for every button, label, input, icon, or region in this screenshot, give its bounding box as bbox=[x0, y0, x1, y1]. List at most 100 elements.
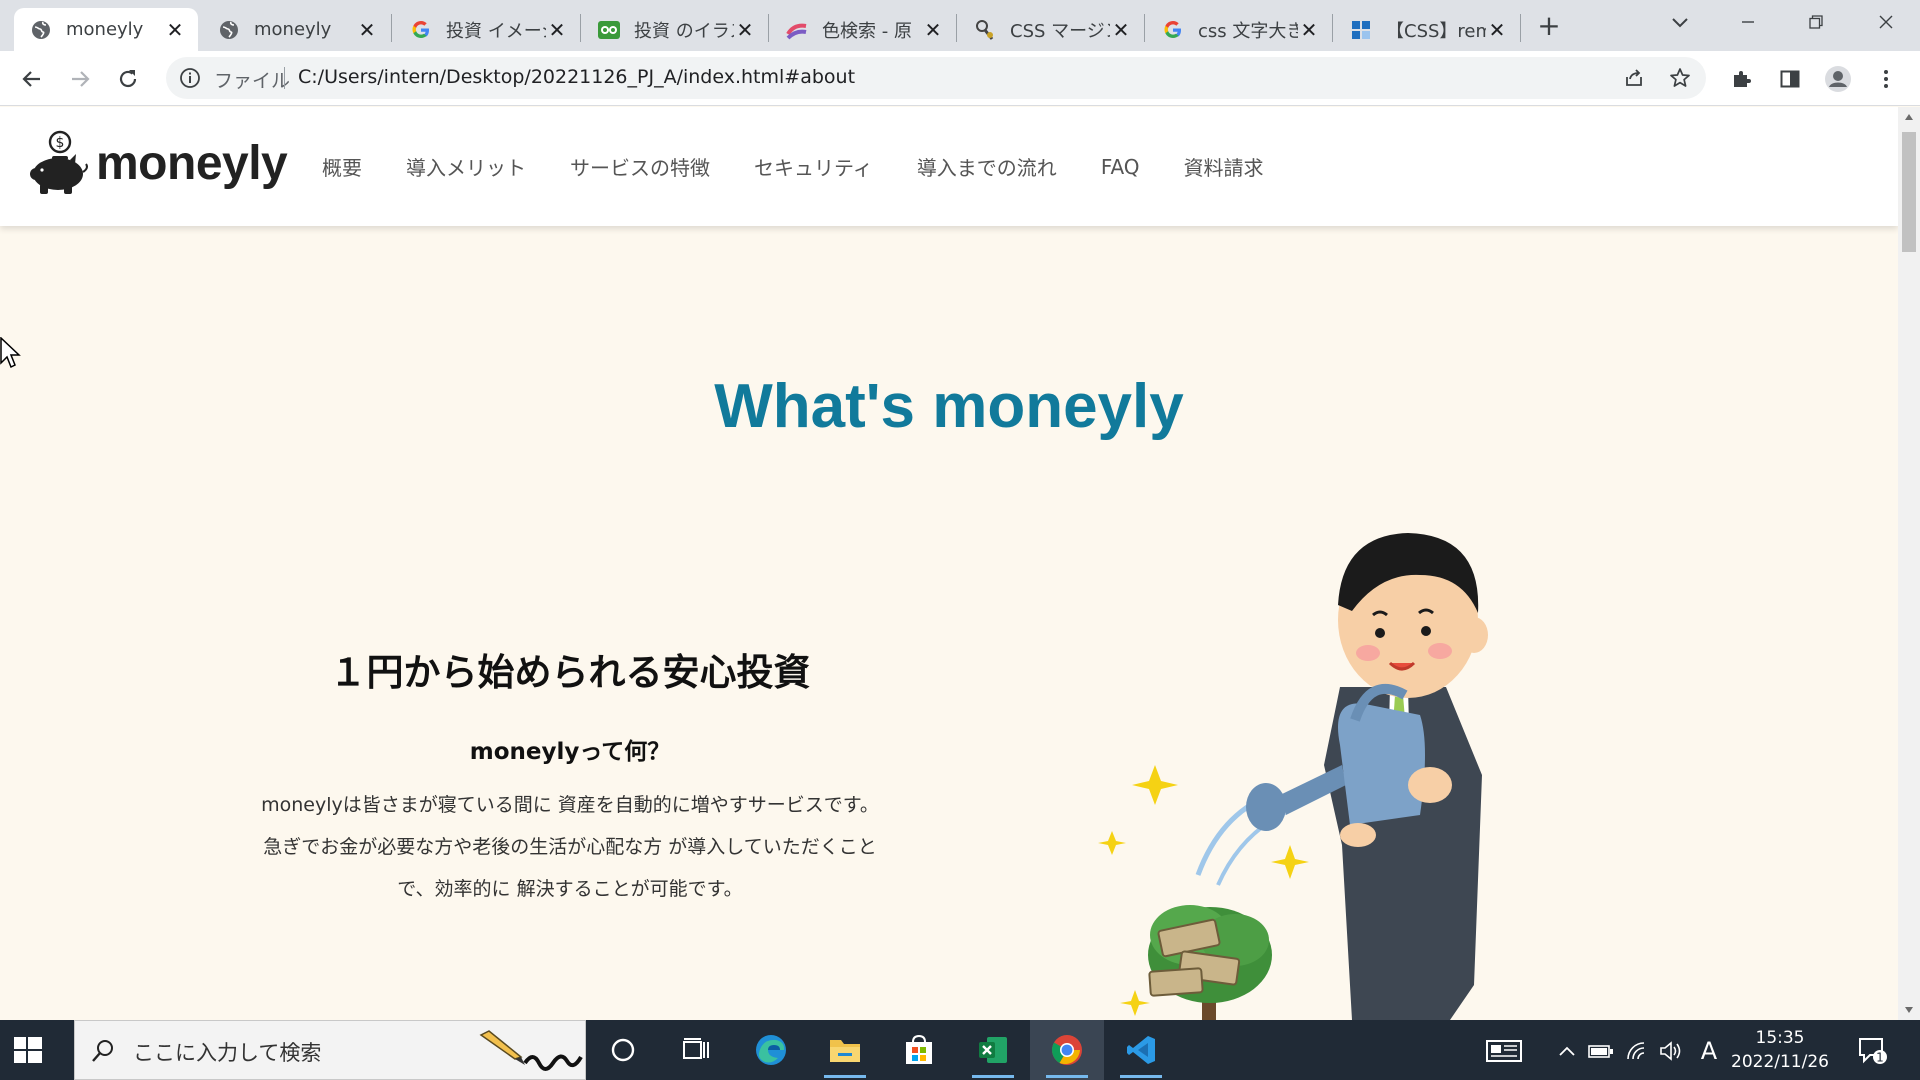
tab-divider bbox=[956, 14, 957, 42]
news-widget-icon[interactable] bbox=[1484, 1038, 1524, 1064]
tab-divider bbox=[391, 14, 392, 42]
nav-item-flow[interactable]: 導入までの流れ bbox=[917, 152, 1057, 181]
task-view-icon[interactable] bbox=[660, 1020, 734, 1080]
microsoft-store-icon[interactable] bbox=[882, 1020, 956, 1080]
close-icon[interactable]: ✕ bbox=[1486, 18, 1508, 42]
profile-avatar-icon[interactable] bbox=[1824, 65, 1852, 93]
tab-title: moneyly bbox=[254, 19, 332, 40]
svg-text:$: $ bbox=[56, 135, 65, 151]
about-body: moneylyは皆さまが寝ている間に 資産を自動的に増やすサービスです。 急ぎで… bbox=[210, 784, 930, 910]
page-scrollbar[interactable] bbox=[1898, 107, 1920, 1020]
google-icon bbox=[1162, 19, 1184, 41]
tab-search-chevron-icon[interactable] bbox=[1668, 10, 1692, 34]
forward-button[interactable] bbox=[66, 65, 94, 93]
taskbar-search-box[interactable]: ここに入力して検索 bbox=[74, 1020, 586, 1080]
info-icon[interactable] bbox=[178, 66, 202, 90]
scroll-down-arrow-icon[interactable] bbox=[1898, 1000, 1920, 1020]
close-icon[interactable]: ✕ bbox=[1110, 18, 1132, 42]
volume-icon[interactable] bbox=[1658, 1038, 1684, 1064]
edge-icon[interactable] bbox=[734, 1020, 808, 1080]
nav-item-request-docs[interactable]: 資料請求 bbox=[1184, 152, 1264, 181]
tab-css-rem[interactable]: 【CSS】rem と ✕ bbox=[1334, 8, 1520, 51]
tab-title: 投資 のイラスト bbox=[634, 20, 734, 42]
new-tab-button[interactable]: + bbox=[1534, 12, 1564, 42]
scroll-thumb[interactable] bbox=[1902, 132, 1916, 252]
taskbar-search-placeholder: ここに入力して検索 bbox=[133, 1041, 322, 1065]
tab-investment-illustration[interactable]: 投資 のイラスト ✕ bbox=[582, 8, 768, 51]
share-icon[interactable] bbox=[1622, 66, 1646, 90]
tab-google-css-font-size[interactable]: css 文字大き ✕ bbox=[1146, 8, 1332, 51]
about-body-line: 急ぎでお金が必要な方や老後の生活が心配な方 が導入していただくこと bbox=[263, 836, 877, 858]
close-icon[interactable]: ✕ bbox=[546, 18, 568, 42]
about-heading: １円から始められる安心投資 bbox=[329, 651, 811, 694]
pen-doodle-icon bbox=[479, 1030, 583, 1071]
tab-title: 【CSS】rem と bbox=[1386, 20, 1486, 42]
chrome-icon[interactable] bbox=[1030, 1020, 1104, 1080]
windows-start-icon[interactable] bbox=[12, 1034, 44, 1066]
url-text[interactable]: C:/Users/intern/Desktop/20221126_PJ_A/in… bbox=[298, 66, 855, 88]
side-panel-icon[interactable] bbox=[1776, 65, 1804, 93]
about-subheading: moneylyって何？ bbox=[469, 739, 671, 765]
piggy-bank-icon: $ bbox=[30, 130, 88, 194]
tab-divider bbox=[1332, 14, 1333, 42]
blog-icon bbox=[1350, 19, 1372, 41]
address-divider bbox=[284, 67, 285, 89]
ime-indicator[interactable]: A bbox=[1696, 1037, 1722, 1065]
irasutoya-icon bbox=[598, 19, 620, 41]
page-viewport: $ moneyly 概要 導入メリット サービスの特徴 セキュリティ 導入までの… bbox=[0, 107, 1898, 1020]
menu-kebab-icon[interactable] bbox=[1872, 65, 1900, 93]
close-icon[interactable]: ✕ bbox=[734, 18, 756, 42]
search-icon bbox=[89, 1037, 117, 1065]
nav-item-faq[interactable]: FAQ bbox=[1101, 155, 1140, 179]
close-icon[interactable]: ✕ bbox=[922, 18, 944, 42]
about-body-line: moneylyは皆さまが寝ている間に 資産を自動的に増やすサービスです。 bbox=[261, 794, 879, 816]
clock-date: 2022/11/26 bbox=[1731, 1052, 1829, 1072]
restore-button[interactable] bbox=[1796, 8, 1836, 36]
close-icon[interactable]: ✕ bbox=[356, 18, 378, 42]
clock-time: 15:35 bbox=[1755, 1028, 1805, 1048]
excel-icon[interactable] bbox=[956, 1020, 1030, 1080]
tab-title: moneyly bbox=[66, 19, 144, 40]
about-text-block: １円から始められる安心投資 moneylyって何？ moneylyは皆さまが寝て… bbox=[210, 107, 930, 910]
close-icon[interactable]: ✕ bbox=[164, 18, 186, 42]
file-explorer-icon[interactable] bbox=[808, 1020, 882, 1080]
taskbar-clock[interactable]: 15:35 2022/11/26 bbox=[1730, 1026, 1830, 1074]
css-icon bbox=[974, 19, 996, 41]
bookmark-star-icon[interactable] bbox=[1668, 66, 1692, 90]
wifi-icon[interactable] bbox=[1624, 1038, 1650, 1064]
battery-icon[interactable] bbox=[1588, 1038, 1614, 1064]
mouse-cursor-icon bbox=[0, 337, 21, 369]
tab-google-investment-image[interactable]: 投資 イメージ ✕ bbox=[394, 8, 580, 51]
scheme-label: ファイル bbox=[214, 70, 291, 92]
tab-title: CSS マージン bbox=[1010, 20, 1110, 42]
businessman-watering-money-tree-illustration bbox=[1098, 533, 1488, 1020]
tab-moneyly-active[interactable]: moneyly ✕ bbox=[14, 8, 198, 51]
close-icon[interactable]: ✕ bbox=[1298, 18, 1320, 42]
tab-color-search[interactable]: 色検索 - 原 ✕ bbox=[770, 8, 956, 51]
tab-divider bbox=[768, 14, 769, 42]
extensions-puzzle-icon[interactable] bbox=[1728, 65, 1756, 93]
tab-divider bbox=[1520, 14, 1521, 42]
scroll-up-arrow-icon[interactable] bbox=[1898, 107, 1920, 127]
tray-chevron-up-icon[interactable] bbox=[1554, 1038, 1580, 1064]
notification-count: 1 bbox=[1876, 1051, 1884, 1065]
vscode-icon[interactable] bbox=[1104, 1020, 1178, 1080]
browser-toolbar: ファイル C:/Users/intern/Desktop/20221126_PJ… bbox=[0, 51, 1920, 106]
tab-title: 色検索 - 原 bbox=[822, 20, 912, 42]
close-window-button[interactable] bbox=[1866, 8, 1906, 36]
about-body-line: で、効率的に 解決することが可能です。 bbox=[397, 878, 743, 900]
notification-center-icon[interactable]: 1 bbox=[1856, 1034, 1888, 1066]
globe-icon bbox=[218, 19, 240, 41]
tab-divider bbox=[580, 14, 581, 42]
google-icon bbox=[410, 19, 432, 41]
address-bar[interactable]: ファイル C:/Users/intern/Desktop/20221126_PJ… bbox=[166, 57, 1706, 99]
cortana-icon[interactable] bbox=[586, 1020, 660, 1080]
tab-divider bbox=[1144, 14, 1145, 42]
minimize-button[interactable] bbox=[1728, 8, 1768, 36]
color-icon bbox=[786, 19, 808, 41]
tab-css-margin[interactable]: CSS マージン ✕ bbox=[958, 8, 1144, 51]
reload-button[interactable] bbox=[114, 65, 142, 93]
tab-moneyly[interactable]: moneyly ✕ bbox=[202, 8, 390, 51]
back-button[interactable] bbox=[18, 65, 46, 93]
tab-title: css 文字大き bbox=[1198, 20, 1298, 42]
